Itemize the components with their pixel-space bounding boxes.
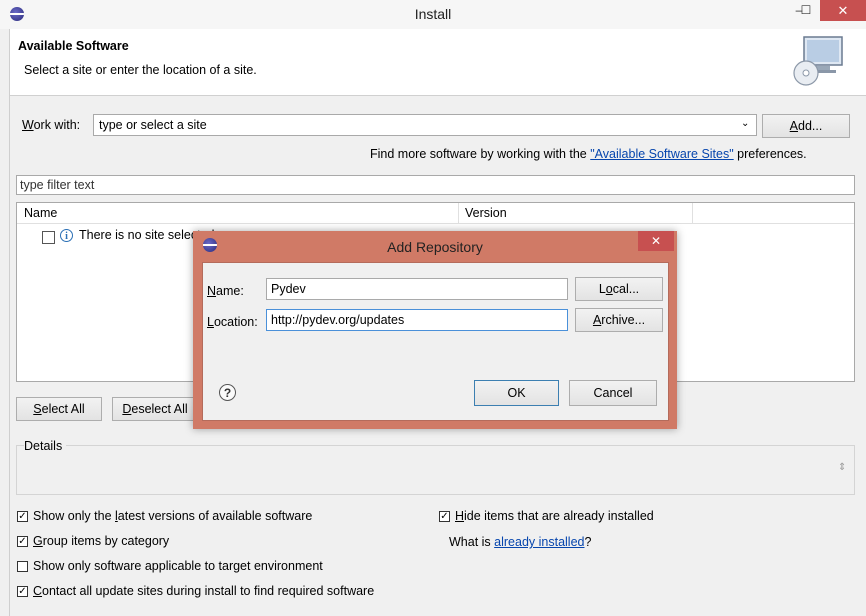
- close-button[interactable]: ✕: [820, 0, 866, 21]
- left-strip: [0, 29, 10, 616]
- header-title: Available Software: [18, 39, 129, 53]
- chevron-down-icon[interactable]: ⌄: [741, 118, 749, 129]
- contact-sites-label: Contact all update sites during install …: [33, 584, 375, 598]
- deselect-all-button[interactable]: Deselect All: [112, 397, 198, 421]
- archive-button[interactable]: Archive...: [575, 308, 663, 332]
- location-input[interactable]: http://pydev.org/updates: [266, 309, 568, 331]
- target-env-checkbox[interactable]: [17, 561, 28, 572]
- hide-installed-label: Hide items that are already installed: [455, 509, 654, 523]
- hide-installed-checkbox[interactable]: ✓: [439, 511, 450, 522]
- cd-monitor-icon: [793, 36, 843, 86]
- add-button[interactable]: Add...: [762, 114, 850, 138]
- contact-sites-checkbox[interactable]: ✓: [17, 586, 28, 597]
- row-checkbox[interactable]: [42, 231, 55, 244]
- work-with-label: Work with:: [22, 118, 81, 132]
- filter-input[interactable]: type filter text: [16, 175, 855, 195]
- dialog-title: Add Repository: [387, 239, 483, 255]
- maximize-button[interactable]: ☐: [793, 0, 819, 21]
- select-all-button[interactable]: Select All: [16, 397, 102, 421]
- location-label: Location:: [207, 315, 258, 329]
- ok-button[interactable]: OK: [474, 380, 559, 406]
- window-title: Install: [414, 6, 452, 22]
- details-box: [16, 445, 855, 495]
- available-sites-link[interactable]: "Available Software Sites": [590, 147, 733, 161]
- header-subtitle: Select a site or enter the location of a…: [24, 63, 257, 77]
- name-label: Name:: [207, 284, 244, 298]
- latest-versions-label: Show only the latest versions of availab…: [33, 509, 313, 523]
- already-installed-link[interactable]: already installed: [494, 535, 584, 549]
- column-divider: [692, 203, 693, 223]
- work-with-value: type or select a site: [99, 118, 207, 132]
- target-env-label: Show only software applicable to target …: [33, 559, 323, 573]
- find-more-text: Find more software by working with the "…: [370, 147, 807, 161]
- dialog-close-button[interactable]: ✕: [638, 231, 674, 251]
- column-name[interactable]: Name: [24, 206, 57, 220]
- details-label: Details: [24, 439, 67, 453]
- local-button[interactable]: Local...: [575, 277, 663, 301]
- cancel-button[interactable]: Cancel: [569, 380, 657, 406]
- latest-versions-checkbox[interactable]: ✓: [17, 511, 28, 522]
- column-divider: [458, 203, 459, 223]
- column-header-row: [17, 203, 854, 224]
- scroll-icon[interactable]: ⇕: [838, 462, 846, 473]
- help-icon[interactable]: ?: [219, 384, 236, 401]
- what-is-installed: What is already installed?: [449, 535, 592, 549]
- column-version[interactable]: Version: [465, 206, 507, 220]
- group-category-label: Group items by category: [33, 534, 170, 548]
- info-icon: i: [60, 229, 73, 242]
- group-category-checkbox[interactable]: ✓: [17, 536, 28, 547]
- name-input[interactable]: Pydev: [266, 278, 568, 300]
